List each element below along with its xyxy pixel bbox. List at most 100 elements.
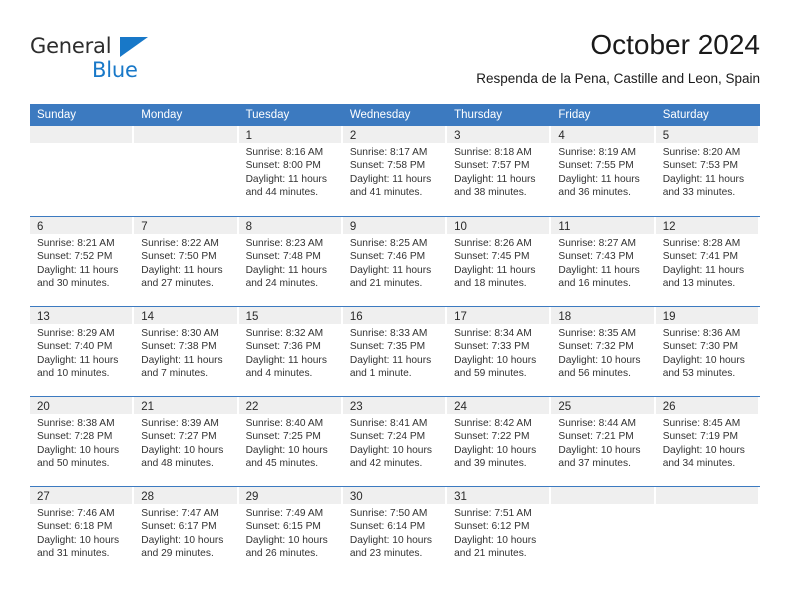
sunrise-text: Sunrise: 8:28 AM	[662, 238, 741, 249]
generalblue-logo[interactable]: General Blue	[30, 34, 170, 90]
day-cell[interactable]: 8 Sunrise: 8:23 AM Sunset: 7:48 PM Dayli…	[238, 217, 343, 306]
day-cell[interactable]: 21 Sunrise: 8:39 AM Sunset: 7:27 PM Dayl…	[134, 397, 239, 486]
daylight-line2: and 42 minutes.	[349, 458, 423, 470]
day-cell[interactable]: 5 Sunrise: 8:20 AM Sunset: 7:53 PM Dayli…	[655, 126, 760, 216]
daylight-line2: and 26 minutes.	[245, 548, 319, 560]
day-cell[interactable]: 28 Sunrise: 7:47 AM Sunset: 6:17 PM Dayl…	[134, 487, 239, 576]
day-details: Sunrise: 8:34 AM Sunset: 7:33 PM Dayligh…	[447, 324, 550, 381]
day-cell[interactable]: 13 Sunrise: 8:29 AM Sunset: 7:40 PM Dayl…	[30, 307, 135, 396]
day-cell[interactable]: 22 Sunrise: 8:40 AM Sunset: 7:25 PM Dayl…	[238, 397, 343, 486]
day-cell[interactable]: 4 Sunrise: 8:19 AM Sunset: 7:55 PM Dayli…	[551, 126, 656, 216]
day-cell[interactable]: 18 Sunrise: 8:35 AM Sunset: 7:32 PM Dayl…	[551, 307, 656, 396]
day-cell[interactable]: 23 Sunrise: 8:41 AM Sunset: 7:24 PM Dayl…	[342, 397, 448, 486]
day-number: 24	[454, 401, 467, 413]
day-cell[interactable]	[655, 487, 760, 576]
sunrise-text: Sunrise: 8:40 AM	[245, 418, 324, 429]
day-cell[interactable]: 19 Sunrise: 8:36 AM Sunset: 7:30 PM Dayl…	[655, 307, 760, 396]
sunset-text: Sunset: 7:46 PM	[349, 251, 426, 263]
daylight-line1: Daylight: 11 hours	[245, 354, 327, 366]
day-cell[interactable]: 29 Sunrise: 7:49 AM Sunset: 6:15 PM Dayl…	[238, 487, 343, 576]
sunset-text: Sunset: 7:27 PM	[141, 431, 217, 443]
daylight-line1: Daylight: 11 hours	[349, 264, 432, 276]
sunrise-text: Sunrise: 8:41 AM	[349, 418, 428, 429]
day-number: 4	[558, 130, 565, 142]
day-number-band: 22	[238, 397, 342, 414]
day-number: 23	[349, 401, 363, 413]
day-number: 20	[37, 401, 50, 413]
day-number-band: 24	[447, 397, 551, 414]
day-cell[interactable]: 1 Sunrise: 8:16 AM Sunset: 8:00 PM Dayli…	[238, 126, 343, 216]
daylight-line2: and 30 minutes.	[37, 278, 110, 290]
day-cell[interactable]: 16 Sunrise: 8:33 AM Sunset: 7:35 PM Dayl…	[342, 307, 448, 396]
day-cell[interactable]: 30 Sunrise: 7:50 AM Sunset: 6:14 PM Dayl…	[342, 487, 448, 576]
sunset-text: Sunset: 7:58 PM	[349, 160, 426, 172]
day-details: Sunrise: 8:19 AM Sunset: 7:55 PM Dayligh…	[551, 143, 654, 200]
day-number: 16	[349, 311, 363, 323]
day-cell[interactable]: 15 Sunrise: 8:32 AM Sunset: 7:36 PM Dayl…	[238, 307, 343, 396]
day-cell[interactable]: 31 Sunrise: 7:51 AM Sunset: 6:12 PM Dayl…	[447, 487, 552, 576]
day-details: Sunrise: 8:17 AM Sunset: 7:58 PM Dayligh…	[343, 143, 446, 200]
day-cell[interactable]: 12 Sunrise: 8:28 AM Sunset: 7:41 PM Dayl…	[655, 217, 760, 306]
sunset-text: Sunset: 7:38 PM	[141, 341, 217, 353]
day-cell[interactable]: 24 Sunrise: 8:42 AM Sunset: 7:22 PM Dayl…	[447, 397, 552, 486]
day-number-band	[30, 126, 134, 143]
day-number-band: 28	[134, 487, 238, 504]
calendar-grid: Sunday Monday Tuesday Wednesday Thursday…	[30, 104, 760, 576]
day-cell[interactable]: 11 Sunrise: 8:27 AM Sunset: 7:43 PM Dayl…	[551, 217, 656, 306]
weekday-header-thursday: Thursday	[454, 109, 503, 121]
day-cell[interactable]: 27 Sunrise: 7:46 AM Sunset: 6:18 PM Dayl…	[30, 487, 135, 576]
sunrise-text: Sunrise: 8:39 AM	[141, 418, 219, 429]
day-number: 19	[662, 311, 676, 323]
daylight-line2: and 29 minutes.	[141, 548, 214, 560]
week-row: 6 Sunrise: 8:21 AM Sunset: 7:52 PM Dayli…	[30, 216, 760, 306]
day-number: 18	[558, 311, 572, 323]
day-number: 31	[454, 491, 467, 503]
day-details: Sunrise: 8:22 AM Sunset: 7:50 PM Dayligh…	[134, 234, 237, 291]
day-number-band: 15	[238, 307, 342, 324]
day-number: 17	[454, 311, 467, 323]
day-cell[interactable]: 9 Sunrise: 8:25 AM Sunset: 7:46 PM Dayli…	[342, 217, 448, 306]
sunset-text: Sunset: 7:53 PM	[662, 160, 739, 172]
sunrise-text: Sunrise: 8:22 AM	[141, 238, 219, 249]
sunset-text: Sunset: 7:33 PM	[454, 341, 530, 353]
day-cell[interactable]	[551, 487, 656, 576]
daylight-line1: Daylight: 11 hours	[558, 264, 640, 276]
day-number-band	[551, 487, 655, 504]
daylight-line2: and 27 minutes.	[141, 278, 214, 290]
day-cell[interactable]: 26 Sunrise: 8:45 AM Sunset: 7:19 PM Dayl…	[655, 397, 760, 486]
day-cell[interactable]: 10 Sunrise: 8:26 AM Sunset: 7:45 PM Dayl…	[447, 217, 552, 306]
daylight-line1: Daylight: 10 hours	[662, 354, 745, 366]
day-cell[interactable]: 20 Sunrise: 8:38 AM Sunset: 7:28 PM Dayl…	[30, 397, 135, 486]
day-cell[interactable]: 17 Sunrise: 8:34 AM Sunset: 7:33 PM Dayl…	[447, 307, 552, 396]
week-row: 13 Sunrise: 8:29 AM Sunset: 7:40 PM Dayl…	[30, 306, 760, 396]
daylight-line1: Daylight: 11 hours	[141, 264, 223, 276]
sunset-text: Sunset: 6:18 PM	[37, 521, 113, 533]
day-cell[interactable]: 6 Sunrise: 8:21 AM Sunset: 7:52 PM Dayli…	[30, 217, 135, 306]
day-details: Sunrise: 8:33 AM Sunset: 7:35 PM Dayligh…	[343, 324, 446, 381]
day-details: Sunrise: 8:25 AM Sunset: 7:46 PM Dayligh…	[343, 234, 446, 291]
day-number: 25	[558, 401, 572, 413]
daylight-line2: and 16 minutes.	[558, 278, 631, 290]
sunset-text: Sunset: 6:15 PM	[245, 521, 321, 533]
daylight-line1: Daylight: 10 hours	[454, 354, 537, 366]
day-details: Sunrise: 8:39 AM Sunset: 7:27 PM Dayligh…	[134, 414, 237, 471]
day-cell[interactable]	[134, 126, 239, 216]
day-number-band: 19	[655, 307, 759, 324]
day-cell[interactable]: 3 Sunrise: 8:18 AM Sunset: 7:57 PM Dayli…	[447, 126, 552, 216]
sunrise-text: Sunrise: 8:21 AM	[37, 238, 115, 249]
daylight-line2: and 21 minutes.	[454, 548, 527, 560]
day-number: 11	[558, 221, 571, 233]
day-cell[interactable]: 14 Sunrise: 8:30 AM Sunset: 7:38 PM Dayl…	[134, 307, 239, 396]
day-cell[interactable]: 2 Sunrise: 8:17 AM Sunset: 7:58 PM Dayli…	[342, 126, 448, 216]
day-cell[interactable]: 25 Sunrise: 8:44 AM Sunset: 7:21 PM Dayl…	[551, 397, 656, 486]
day-details: Sunrise: 8:30 AM Sunset: 7:38 PM Dayligh…	[134, 324, 237, 381]
title-block: October 2024 Respenda de la Pena, Castil…	[476, 28, 760, 89]
sunrise-text: Sunrise: 8:19 AM	[558, 147, 636, 158]
daylight-line2: and 44 minutes.	[245, 187, 319, 199]
day-cell[interactable]: 7 Sunrise: 8:22 AM Sunset: 7:50 PM Dayli…	[134, 217, 239, 306]
daylight-line1: Daylight: 11 hours	[349, 173, 432, 185]
logo-triangle-icon	[120, 37, 148, 57]
sunset-text: Sunset: 7:48 PM	[245, 251, 321, 263]
day-cell[interactable]	[30, 126, 135, 216]
sunrise-text: Sunrise: 7:47 AM	[141, 508, 219, 519]
